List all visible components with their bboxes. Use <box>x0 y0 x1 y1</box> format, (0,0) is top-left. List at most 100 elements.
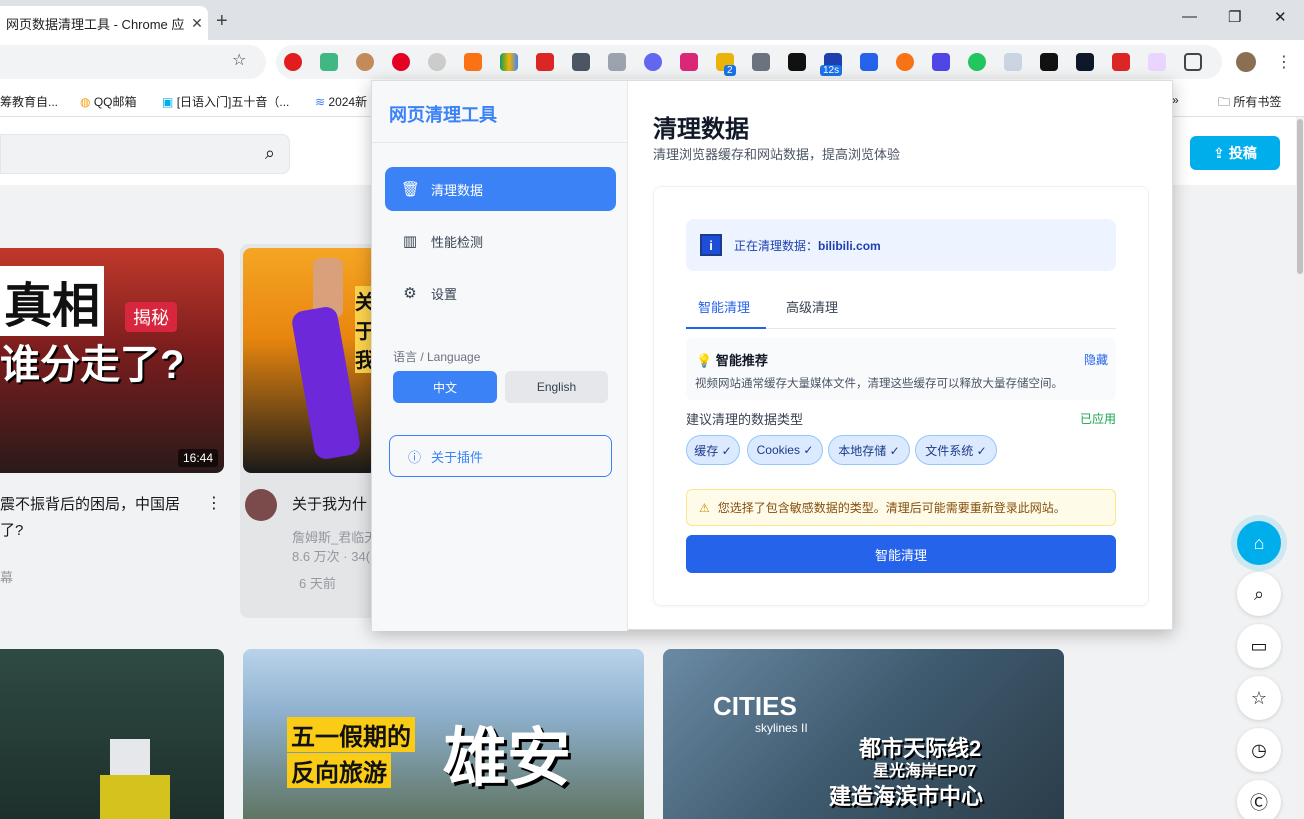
history-icon[interactable]: ◷ <box>1237 728 1281 772</box>
video-title[interactable]: 震不振背后的困局，中国居 <box>0 493 180 514</box>
video-thumbnail[interactable]: CITIES skylines II 都市天际线2 星光海岸EP07 建造海滨市… <box>663 649 1064 819</box>
c-icon[interactable]: Ⓒ <box>1237 780 1281 819</box>
lang-en-button[interactable]: English <box>505 371 608 403</box>
video-title[interactable]: 了? <box>0 519 23 540</box>
more-options-icon[interactable]: ⋮ <box>206 493 222 513</box>
video-thumbnail[interactable] <box>0 649 224 819</box>
chip-file-system[interactable]: 文件系统 ✓ <box>915 435 997 465</box>
shield-icon[interactable] <box>860 53 878 71</box>
thumbnail-text: 五一假期的 <box>287 717 415 752</box>
nav-settings[interactable]: ⚙ 设置 <box>385 271 616 315</box>
extension-icon[interactable] <box>896 53 914 71</box>
bookmark-item[interactable]: ◍ QQ邮箱 <box>80 93 137 110</box>
applied-status: 已应用 <box>1079 412 1116 426</box>
thumbnail-text: 谁分走了? <box>0 343 185 387</box>
title-bar: 网页数据清理工具 - Chrome 应 ✕ + — ❐ ✕ <box>0 0 1304 40</box>
about-button[interactable]: ⓘ 关于插件 <box>389 435 612 477</box>
data-cleaner-extension-icon[interactable] <box>1148 53 1166 71</box>
uploader-name[interactable]: 詹姆斯_君临天 <box>292 527 377 546</box>
suggest-label: 建议清理的数据类型 <box>686 412 804 427</box>
lightbulb-icon: 💡 <box>696 353 713 368</box>
popup-logo: 网页清理工具 <box>389 105 497 125</box>
chip-cache[interactable]: 缓存 ✓ <box>686 435 740 465</box>
video-title[interactable]: 关于我为什 <box>292 493 367 514</box>
video-thumbnail[interactable]: 五一假期的 反向旅游 雄安 <box>243 649 644 819</box>
close-tab-icon[interactable]: ✕ <box>186 15 208 32</box>
gear-icon: ⚙ <box>403 285 417 302</box>
extension-icon[interactable] <box>644 53 662 71</box>
upload-button[interactable]: ⇪ 投稿 <box>1190 136 1280 170</box>
profile-avatar[interactable] <box>1236 52 1256 72</box>
extension-badge: 2 <box>724 65 736 76</box>
close-window-icon[interactable]: ✕ <box>1274 8 1287 26</box>
tv-icon[interactable]: ▭ <box>1237 624 1281 668</box>
bookmark-star-icon[interactable]: ☆ <box>232 50 246 70</box>
hide-link[interactable]: 隐藏 <box>1084 351 1108 368</box>
thumbnail-badge: 揭秘 <box>125 302 177 332</box>
cat-icon[interactable] <box>572 53 590 71</box>
bilibili-icon: ▣ <box>162 95 174 109</box>
bookmark-item[interactable]: ≋ 2024新 <box>315 93 367 110</box>
tab-advanced-clean[interactable]: 高级清理 <box>786 297 838 316</box>
extension-icon[interactable] <box>680 53 698 71</box>
extension-icon[interactable] <box>356 53 374 71</box>
extension-icon[interactable] <box>1040 53 1058 71</box>
qq-mail-icon: ◍ <box>80 95 91 109</box>
search-icon[interactable]: ⌕ <box>265 143 275 164</box>
thumbnail-text: skylines II <box>755 721 808 735</box>
current-site-info: i 正在清理数据：bilibili.com <box>686 219 1116 271</box>
search-box[interactable]: ⌕ <box>0 134 290 174</box>
restore-icon[interactable]: ❐ <box>1228 8 1241 26</box>
ip-icon[interactable] <box>608 53 626 71</box>
trash-icon: 🗑 <box>401 181 421 198</box>
bookmark-item[interactable]: 筹教育自... <box>0 93 58 110</box>
thumbnail-text: CITIES <box>713 691 797 721</box>
minimize-icon[interactable]: — <box>1182 8 1197 25</box>
extension-icon[interactable] <box>968 53 986 71</box>
more-menu-icon[interactable]: ⋮ <box>1276 52 1292 72</box>
chip-local-storage[interactable]: 本地存储 ✓ <box>828 435 910 465</box>
drive-icon[interactable] <box>500 53 518 71</box>
nav-performance[interactable]: ▥ 性能检测 <box>385 219 616 263</box>
thumbnail-text: 星光海岸EP07 <box>873 763 977 780</box>
bookmark-item[interactable]: ▣ [日语入门]五十音（... <box>162 93 289 110</box>
search-icon[interactable]: ⌕ <box>1237 572 1281 616</box>
video-meta: 幕 <box>0 570 14 585</box>
scrollbar-thumb[interactable] <box>1297 119 1303 274</box>
address-bar[interactable] <box>0 45 266 79</box>
smart-clean-button[interactable]: 智能清理 <box>686 535 1116 573</box>
extension-icon[interactable] <box>464 53 482 71</box>
video-thumbnail[interactable]: 关于我 <box>243 248 377 473</box>
extension-icon[interactable] <box>1076 53 1094 71</box>
extension-icon[interactable] <box>428 53 446 71</box>
extension-icon[interactable] <box>788 53 806 71</box>
extension-badge: 12s <box>820 65 843 76</box>
page-subtitle: 清理浏览器缓存和网站数据，提高浏览体验 <box>653 147 901 162</box>
extension-icon[interactable] <box>284 53 302 71</box>
youtube-icon[interactable] <box>1112 53 1130 71</box>
home-icon[interactable]: ⌂ <box>1237 521 1281 565</box>
radio-icon[interactable] <box>752 53 770 71</box>
tab-smart-clean[interactable]: 智能清理 <box>698 297 750 316</box>
extension-icon[interactable] <box>1004 53 1022 71</box>
upload-icon: ⇪ <box>1213 144 1225 161</box>
lang-zh-button[interactable]: 中文 <box>393 371 497 403</box>
smart-recommendation: 💡 智能推荐 隐藏 视频网站通常缓存大量媒体文件，清理这些缓存可以释放大量存储空… <box>686 338 1116 400</box>
pinterest-icon[interactable] <box>392 53 410 71</box>
thumbnail-gift <box>100 775 170 819</box>
uploader-avatar[interactable] <box>245 489 277 521</box>
video-thumbnail[interactable]: 真相 谁分走了? 揭秘 16:44 <box>0 248 224 473</box>
popup-sidebar: 网页清理工具 🗑 清理数据 ▥ 性能检测 ⚙ 设置 语言 / Language … <box>372 81 628 631</box>
vue-icon[interactable] <box>320 53 338 71</box>
new-tab-icon[interactable]: + <box>216 10 228 33</box>
all-bookmarks[interactable]: 🗀 所有书签 <box>1218 93 1281 114</box>
puzzle-icon[interactable] <box>1184 53 1202 71</box>
language-label: 语言 / Language <box>393 350 481 364</box>
star-icon[interactable]: ☆ <box>1237 676 1281 720</box>
chip-cookies[interactable]: Cookies ✓ <box>747 435 823 465</box>
browser-tab[interactable]: 网页数据清理工具 - Chrome 应 ✕ <box>0 6 208 40</box>
extension-icon[interactable] <box>932 53 950 71</box>
bar-chart-icon: ▥ <box>402 233 418 250</box>
nav-clean-data[interactable]: 🗑 清理数据 <box>385 167 616 211</box>
fe-icon[interactable] <box>536 53 554 71</box>
